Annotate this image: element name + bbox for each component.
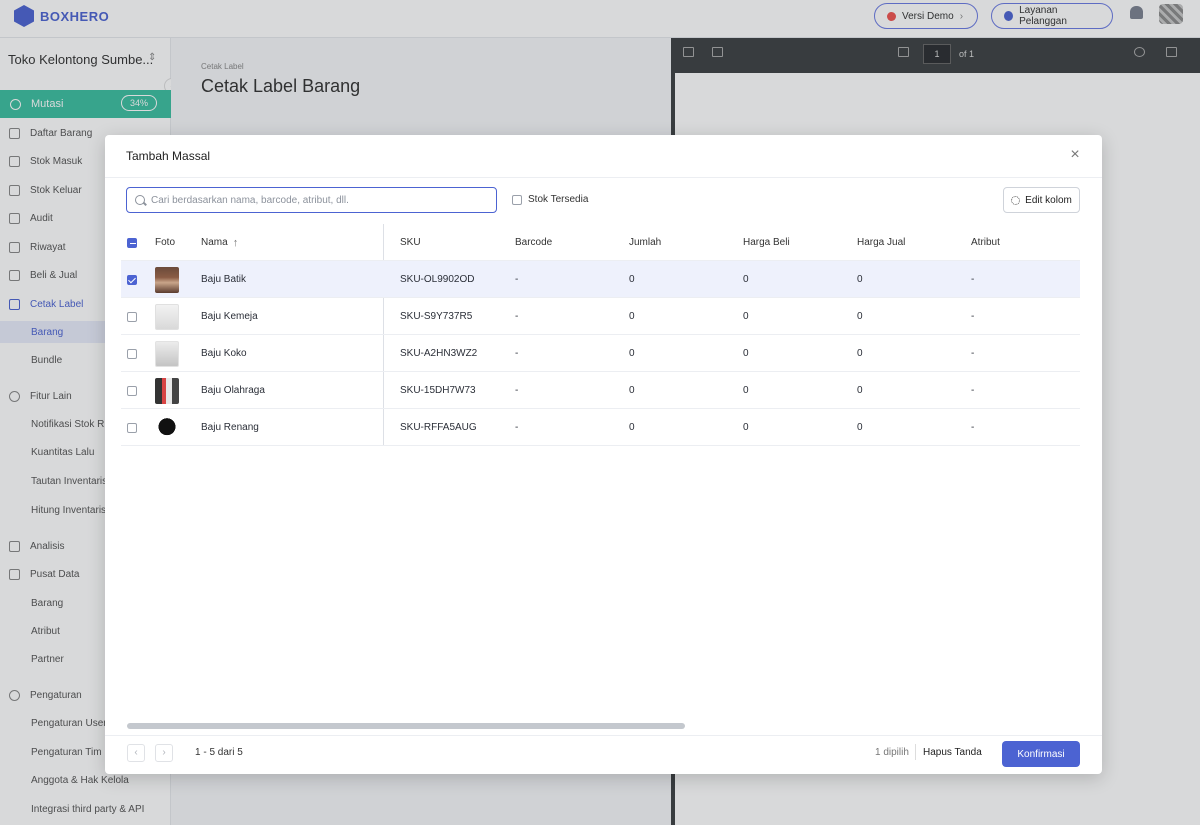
row-checkbox[interactable] — [127, 348, 137, 359]
row-attribute: - — [971, 348, 975, 359]
row-quantity: 0 — [629, 274, 635, 285]
search-icon — [135, 195, 145, 205]
column-header-jumlah[interactable]: Jumlah — [629, 224, 661, 261]
column-header-harga-jual[interactable]: Harga Jual — [857, 224, 905, 261]
row-attribute: - — [971, 274, 975, 285]
close-icon[interactable]: × — [1067, 147, 1083, 163]
divider — [105, 735, 1102, 736]
table-row[interactable]: Baju Renang SKU-RFFA5AUG - 0 0 0 - — [121, 409, 1080, 446]
selected-count: 1 dipilih — [875, 747, 909, 758]
column-header-barcode[interactable]: Barcode — [515, 224, 552, 261]
row-sell-price: 0 — [857, 311, 863, 322]
product-photo — [155, 340, 179, 367]
row-quantity: 0 — [629, 348, 635, 359]
row-barcode: - — [515, 274, 519, 285]
select-all-checkbox[interactable] — [127, 237, 137, 248]
row-sku: SKU-OL9902OD — [400, 274, 475, 285]
table-row[interactable]: Baju Kemeja SKU-S9Y737R5 - 0 0 0 - — [121, 298, 1080, 335]
row-sku: SKU-A2HN3WZ2 — [400, 348, 478, 359]
next-page-button[interactable]: › — [155, 744, 173, 762]
clear-selection-button[interactable]: Hapus Tanda — [923, 747, 982, 758]
table-row[interactable]: Baju Batik SKU-OL9902OD - 0 0 0 - — [121, 261, 1080, 298]
confirm-button[interactable]: Konfirmasi — [1002, 741, 1080, 767]
divider — [915, 744, 916, 760]
gear-icon — [1011, 195, 1021, 205]
row-sku: SKU-15DH7W73 — [400, 385, 476, 396]
row-quantity: 0 — [629, 311, 635, 322]
edit-columns-button[interactable]: Edit kolom — [1003, 187, 1080, 213]
items-table: Foto Nama ↑ SKU Barcode Jumlah Harga Beli… — [121, 224, 1080, 446]
divider — [105, 177, 1102, 178]
row-sell-price: 0 — [857, 274, 863, 285]
row-buy-price: 0 — [743, 274, 749, 285]
stock-available-filter[interactable]: Stok Tersedia — [512, 194, 588, 205]
row-checkbox[interactable] — [127, 385, 137, 396]
table-row[interactable]: Baju Olahraga SKU-15DH7W73 - 0 0 0 - — [121, 372, 1080, 409]
horizontal-scrollbar[interactable] — [127, 723, 685, 729]
column-header-atribut[interactable]: Atribut — [971, 224, 1000, 261]
stock-available-checkbox[interactable] — [512, 194, 522, 205]
row-sell-price: 0 — [857, 422, 863, 433]
row-barcode: - — [515, 422, 519, 433]
row-attribute: - — [971, 422, 975, 433]
search-box[interactable] — [126, 187, 497, 213]
product-photo — [155, 377, 179, 404]
sort-ascending-icon[interactable]: ↑ — [233, 237, 239, 249]
bulk-add-modal: Tambah Massal × Stok Tersedia Edit kolom… — [105, 135, 1102, 774]
row-barcode: - — [515, 311, 519, 322]
row-attribute: - — [971, 311, 975, 322]
row-sku: SKU-S9Y737R5 — [400, 311, 473, 322]
row-checkbox[interactable] — [127, 422, 137, 433]
row-barcode: - — [515, 348, 519, 359]
row-name: Baju Renang — [201, 422, 259, 433]
product-photo — [155, 266, 179, 293]
row-sell-price: 0 — [857, 385, 863, 396]
row-checkbox[interactable] — [127, 274, 137, 285]
row-sku: SKU-RFFA5AUG — [400, 422, 477, 433]
column-header-harga-beli[interactable]: Harga Beli — [743, 224, 790, 261]
row-sell-price: 0 — [857, 348, 863, 359]
row-name: Baju Kemeja — [201, 311, 258, 322]
column-header-sku[interactable]: SKU — [400, 224, 421, 261]
search-input[interactable] — [151, 194, 481, 206]
product-photo — [155, 414, 179, 441]
row-barcode: - — [515, 385, 519, 396]
row-buy-price: 0 — [743, 348, 749, 359]
row-buy-price: 0 — [743, 311, 749, 322]
row-buy-price: 0 — [743, 385, 749, 396]
row-name: Baju Batik — [201, 274, 247, 285]
row-checkbox[interactable] — [127, 311, 137, 322]
edit-columns-label: Edit kolom — [1025, 194, 1072, 206]
row-quantity: 0 — [629, 422, 635, 433]
modal-title: Tambah Massal — [126, 149, 211, 163]
row-buy-price: 0 — [743, 422, 749, 433]
row-quantity: 0 — [629, 385, 635, 396]
row-attribute: - — [971, 385, 975, 396]
column-header-foto: Foto — [155, 237, 176, 248]
column-header-nama[interactable]: Nama ↑ — [201, 224, 238, 261]
row-name: Baju Koko — [201, 348, 247, 359]
table-header: Foto Nama ↑ SKU Barcode Jumlah Harga Beli… — [121, 224, 1080, 261]
column-header-nama-label: Nama — [201, 237, 228, 248]
row-name: Baju Olahraga — [201, 385, 265, 396]
table-row[interactable]: Baju Koko SKU-A2HN3WZ2 - 0 0 0 - — [121, 335, 1080, 372]
prev-page-button[interactable]: ‹ — [127, 744, 145, 762]
product-photo — [155, 303, 179, 330]
stock-available-label: Stok Tersedia — [528, 194, 589, 205]
pagination-range: 1 - 5 dari 5 — [195, 747, 243, 758]
